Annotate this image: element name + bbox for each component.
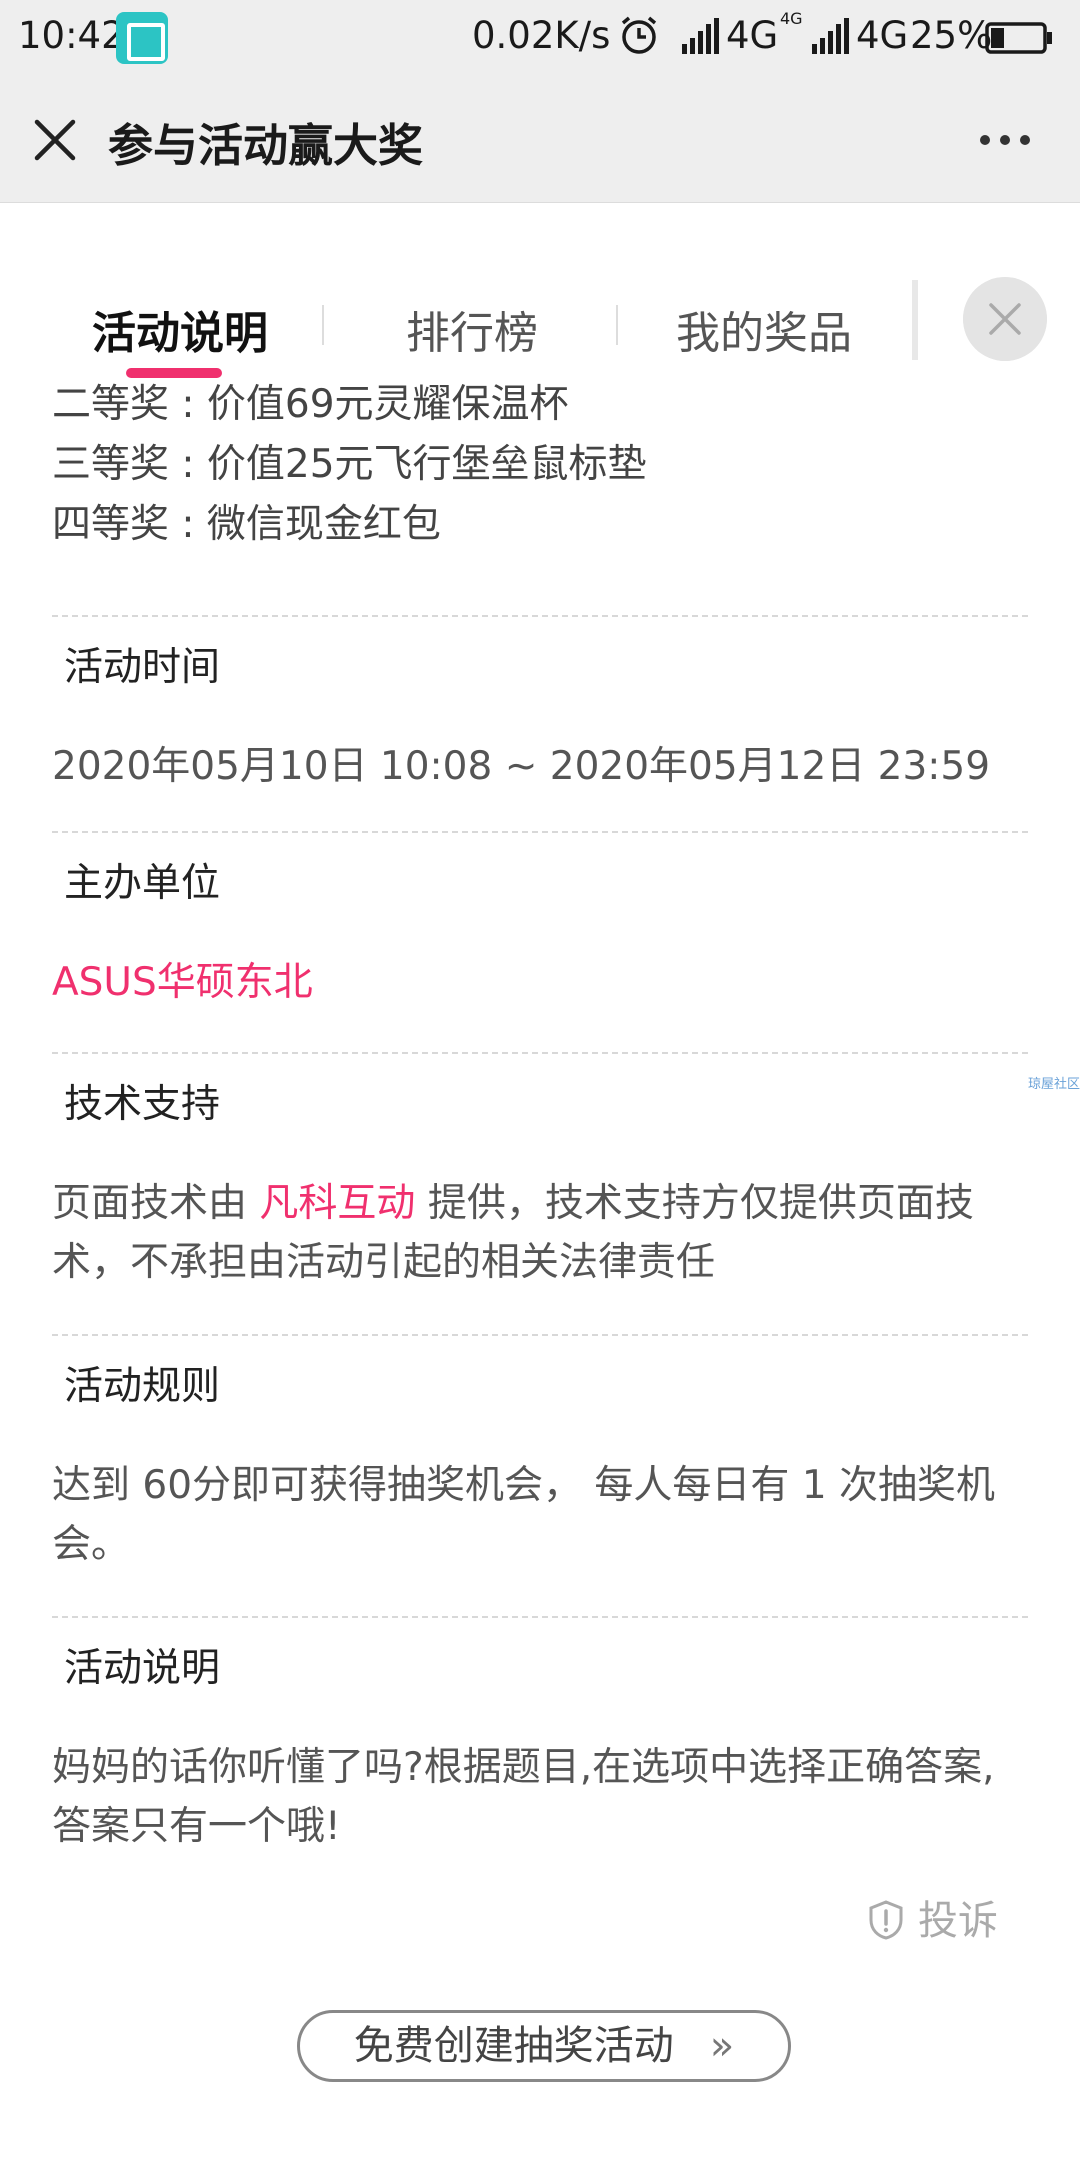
create-lottery-button[interactable]: 免费创建抽奖活动 »: [297, 2010, 791, 2082]
tab-my-prizes[interactable]: 我的奖品: [676, 297, 852, 361]
section-heading: 技术支持: [52, 1076, 233, 1144]
double-chevron-right-icon: »: [709, 2023, 735, 2069]
prize-second: 二等奖 : 价值69元灵耀保温杯: [52, 382, 569, 427]
side-watermark: 琼屋社区: [1028, 1077, 1080, 1092]
tab-separator: [322, 305, 324, 345]
close-panel-icon[interactable]: [963, 277, 1047, 361]
prize-fourth: 四等奖 : 微信现金红包: [52, 502, 441, 547]
section-tech: 技术支持 页面技术由 凡科互动 提供，技术支持方仅提供页面技术，不承担由活动引起…: [52, 1076, 1028, 1292]
section-description: 活动说明 妈妈的话你听懂了吗?根据题目,在选项中选择正确答案,答案只有一个哦!: [52, 1640, 1028, 1856]
more-icon[interactable]: [975, 120, 1035, 160]
section-heading: 主办单位: [52, 855, 233, 923]
organizer-name[interactable]: ASUS华硕东北: [52, 953, 1028, 1012]
activity-description: 妈妈的话你听懂了吗?根据题目,在选项中选择正确答案,答案只有一个哦!: [52, 1745, 995, 1849]
network-type-small: 4G: [780, 9, 803, 28]
tab-bar: 活动说明 排行榜 我的奖品: [0, 255, 1080, 385]
tabs-divider: [912, 280, 918, 360]
close-icon[interactable]: [30, 115, 80, 165]
shield-icon: [869, 1900, 903, 1940]
tab-separator: [616, 305, 618, 345]
section-rules: 活动规则 达到 60分即可获得抽奖机会， 每人每日有 1 次抽奖机会。: [52, 1358, 1028, 1574]
title-bar: 参与活动赢大奖: [0, 75, 1080, 203]
section-organizer: 主办单位 ASUS华硕东北: [52, 855, 1028, 1012]
alarm-icon: [621, 16, 657, 54]
divider: [52, 615, 1028, 617]
tech-support-text: 页面技术由 凡科互动 提供，技术支持方仅提供页面技术，不承担由活动引起的相关法律…: [52, 1174, 1028, 1292]
battery-icon: [985, 22, 1052, 54]
prize-third: 三等奖 : 价值25元飞行堡垒鼠标垫: [52, 442, 647, 487]
report-label: 投诉: [918, 1898, 998, 1944]
activity-rules: 达到 60分即可获得抽奖机会， 每人每日有 1 次抽奖机会。: [52, 1463, 996, 1567]
divider: [52, 1616, 1028, 1618]
tab-leaderboard[interactable]: 排行榜: [406, 297, 538, 361]
page-title: 参与活动赢大奖: [108, 119, 424, 172]
divider: [52, 1334, 1028, 1336]
activity-content: 二等奖 : 价值69元灵耀保温杯 三等奖 : 价值25元飞行堡垒鼠标垫 四等奖 …: [52, 375, 1028, 1856]
signal-icon: [682, 18, 719, 54]
status-bar: 10:42 0.02K/s 4G 4G 4G 25%: [0, 0, 1080, 75]
screenshot-icon: [116, 12, 168, 64]
network-type-2: 4G: [856, 14, 909, 57]
status-time: 10:42: [18, 14, 125, 57]
section-heading: 活动时间: [52, 639, 233, 707]
section-heading: 活动说明: [52, 1640, 233, 1708]
network-type-1: 4G: [726, 14, 779, 57]
divider: [52, 831, 1028, 833]
create-lottery-label: 免费创建抽奖活动: [353, 2023, 674, 2069]
tech-text-prefix: 页面技术由: [52, 1181, 260, 1226]
report-button[interactable]: 投诉: [868, 1888, 998, 1946]
battery-percent: 25%: [910, 14, 993, 57]
network-speed: 0.02K/s: [472, 14, 611, 57]
tab-activity-info[interactable]: 活动说明: [92, 297, 268, 361]
signal-icon-2: [812, 18, 849, 54]
section-time: 活动时间 2020年05月10日 10:08 ~ 2020年05月12日 23:…: [52, 639, 1028, 796]
divider: [52, 1052, 1028, 1054]
activity-time: 2020年05月10日 10:08 ~ 2020年05月12日 23:59: [52, 744, 991, 789]
section-heading: 活动规则: [52, 1358, 233, 1426]
tech-support-link[interactable]: 凡科互动: [259, 1181, 415, 1226]
